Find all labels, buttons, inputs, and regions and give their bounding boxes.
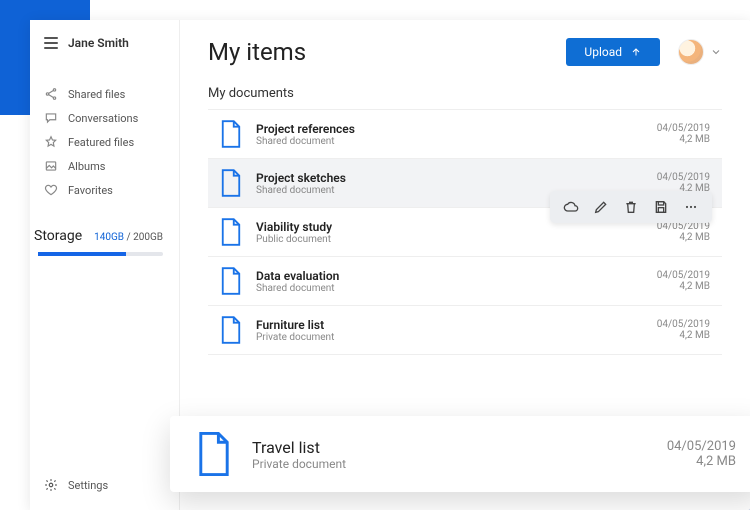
document-name: Project references bbox=[256, 122, 643, 136]
document-row[interactable]: Project sketches Shared document 04/05/2… bbox=[208, 159, 722, 208]
document-subtitle: Shared document bbox=[256, 136, 643, 147]
document-subtitle: Public document bbox=[256, 234, 643, 245]
trash-icon[interactable] bbox=[622, 198, 640, 216]
storage-widget: Storage 140GB / 200GB bbox=[30, 222, 179, 262]
sidebar-item-label: Albums bbox=[68, 160, 105, 173]
sidebar: Jane Smith Shared files Conversations Fe… bbox=[30, 20, 180, 510]
document-card-floating[interactable]: Travel list Private document 04/05/2019 … bbox=[170, 416, 750, 492]
image-icon bbox=[44, 159, 58, 173]
document-row[interactable]: Data evaluation Shared document 04/05/20… bbox=[208, 257, 722, 306]
upload-button-label: Upload bbox=[584, 45, 622, 59]
sidebar-item-featured-files[interactable]: Featured files bbox=[30, 130, 179, 154]
chevron-down-icon[interactable] bbox=[710, 46, 722, 58]
sidebar-item-albums[interactable]: Albums bbox=[30, 154, 179, 178]
page-title: My items bbox=[208, 38, 306, 66]
main-header: My items Upload bbox=[208, 38, 722, 66]
document-name: Data evaluation bbox=[256, 269, 643, 283]
storage-sep: / bbox=[124, 232, 133, 243]
storage-values: 140GB / 200GB bbox=[94, 232, 163, 243]
document-size: 4,2 MB bbox=[657, 134, 710, 145]
document-size: 4,2 MB bbox=[667, 454, 736, 469]
sidebar-item-label: Featured files bbox=[68, 136, 134, 149]
avatar[interactable] bbox=[678, 39, 704, 65]
sidebar-item-conversations[interactable]: Conversations bbox=[30, 106, 179, 130]
upload-arrow-icon bbox=[630, 46, 642, 58]
document-date: 04/05/2019 bbox=[657, 319, 710, 330]
cloud-action-icon[interactable] bbox=[562, 198, 580, 216]
sidebar-nav: Shared files Conversations Featured file… bbox=[30, 74, 179, 222]
storage-title: Storage bbox=[34, 228, 82, 244]
sidebar-item-label: Shared files bbox=[68, 88, 125, 101]
heart-icon bbox=[44, 183, 58, 197]
document-size: 4,2 MB bbox=[657, 281, 710, 292]
section-title: My documents bbox=[208, 86, 722, 101]
share-icon bbox=[44, 87, 58, 101]
document-file-icon bbox=[220, 218, 242, 246]
document-name: Project sketches bbox=[256, 171, 643, 185]
settings-label: Settings bbox=[68, 479, 108, 492]
document-subtitle: Private document bbox=[256, 332, 643, 343]
document-file-icon bbox=[220, 169, 242, 197]
document-file-icon bbox=[196, 432, 232, 476]
document-file-icon bbox=[220, 120, 242, 148]
document-name: Furniture list bbox=[256, 318, 643, 332]
document-name: Travel list bbox=[252, 438, 647, 457]
storage-total: 200GB bbox=[133, 232, 163, 243]
more-dots-icon[interactable] bbox=[682, 198, 700, 216]
storage-progress-bar bbox=[38, 252, 163, 256]
document-date: 04/05/2019 bbox=[657, 123, 710, 134]
sidebar-item-label: Conversations bbox=[68, 112, 138, 125]
sidebar-item-label: Favorites bbox=[68, 184, 113, 197]
document-subtitle: Private document bbox=[252, 457, 647, 471]
upload-button[interactable]: Upload bbox=[566, 38, 660, 66]
hamburger-menu-icon[interactable] bbox=[44, 37, 58, 49]
speech-bubble-icon bbox=[44, 111, 58, 125]
row-action-bar bbox=[550, 191, 712, 223]
storage-progress-fill bbox=[38, 252, 126, 256]
storage-used: 140GB bbox=[94, 232, 124, 243]
document-row[interactable]: Furniture list Private document 04/05/20… bbox=[208, 306, 722, 355]
document-date: 04/05/2019 bbox=[657, 270, 710, 281]
star-icon bbox=[44, 135, 58, 149]
gear-icon bbox=[44, 478, 58, 492]
document-size: 4,2 MB bbox=[657, 330, 710, 341]
document-size: 4,2 MB bbox=[657, 232, 710, 243]
document-date: 04/05/2019 bbox=[667, 439, 736, 454]
sidebar-item-shared-files[interactable]: Shared files bbox=[30, 82, 179, 106]
sidebar-item-settings[interactable]: Settings bbox=[30, 460, 179, 510]
sidebar-item-favorites[interactable]: Favorites bbox=[30, 178, 179, 202]
document-row[interactable]: Project references Shared document 04/05… bbox=[208, 110, 722, 159]
edit-pencil-icon[interactable] bbox=[592, 198, 610, 216]
document-file-icon bbox=[220, 267, 242, 295]
document-date: 04/05/2019 bbox=[657, 172, 710, 183]
user-name: Jane Smith bbox=[68, 36, 129, 50]
sidebar-header: Jane Smith bbox=[30, 20, 179, 74]
save-floppy-icon[interactable] bbox=[652, 198, 670, 216]
document-file-icon bbox=[220, 316, 242, 344]
documents-list: Project references Shared document 04/05… bbox=[208, 109, 722, 355]
document-subtitle: Shared document bbox=[256, 283, 643, 294]
